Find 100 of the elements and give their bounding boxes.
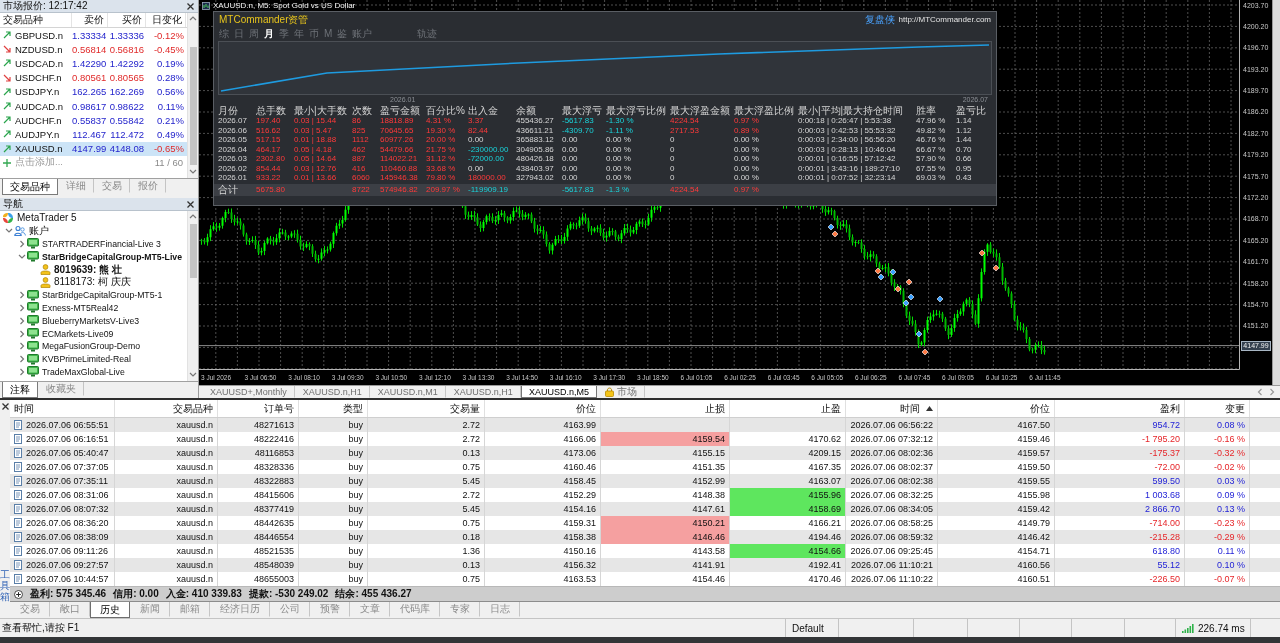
panel-tab[interactable]: 注释 (2, 382, 38, 398)
panel-title: 市场报价: 12:17:42 (3, 0, 88, 12)
chevron-right-icon[interactable] (1268, 388, 1276, 396)
chevron-down-icon[interactable] (189, 168, 197, 176)
symbol-name: USDCAD.n (15, 57, 64, 69)
column-header: 总手数 (256, 104, 287, 116)
column-header[interactable]: 时间 (10, 400, 115, 417)
table-cell-text: 0.00 (562, 173, 579, 183)
chevron-right-icon[interactable] (17, 291, 26, 300)
daily-change: -0.65% (152, 143, 185, 155)
document-icon (14, 448, 22, 458)
table-cell: 4159.54 (601, 432, 730, 446)
history-row[interactable]: 2026.07.06 08:38:09 xauusd.n 48446554 buy 0.18 4158.38 4146.46 4194.46 2026.07.06 08:59:32 4146.42 -215.28 -0.29 % (10, 530, 1280, 544)
table-cell-text: 887 (352, 154, 367, 164)
column-header[interactable]: 止盈 (730, 400, 846, 417)
scrollbar[interactable] (187, 211, 198, 381)
tree-item[interactable]: StarBridgeCapitalGroup-MT5-1 (42, 289, 163, 302)
table-cell: 4150.21 (601, 516, 730, 530)
monitor-icon (27, 366, 39, 378)
tree-item[interactable]: 8019639: 熊 壮 (54, 263, 122, 276)
close-icon[interactable] (1, 403, 9, 410)
column-header[interactable]: 时间 (846, 400, 938, 417)
column-header[interactable]: 价位 (485, 400, 601, 417)
table-cell-text: 516.62 (256, 125, 282, 135)
plus-icon[interactable] (3, 158, 11, 167)
table-cell-text: 2026.07 (218, 116, 248, 126)
scrollbar[interactable] (187, 13, 198, 178)
chevron-right-icon[interactable] (17, 240, 26, 248)
history-row[interactable]: 2026.07.06 05:40:47 xauusd.n 48116853 buy 0.13 4173.06 4155.15 4209.15 2026.07.06 08:02:36 4159.57 -175.37 -0.32 % (10, 446, 1280, 460)
plus-circle-icon[interactable] (14, 589, 23, 599)
column-header[interactable]: 买价 (108, 13, 146, 27)
column-header: 余额 (516, 104, 537, 116)
chevron-right-icon[interactable] (17, 342, 26, 351)
chevron-up-icon[interactable] (189, 213, 197, 221)
history-row[interactable]: 2026.07.06 06:55:51 xauusd.n 48271613 buy 2.72 4163.99 2026.07.06 06:56:22 4167.50 954.72 0.08 % (10, 418, 1280, 432)
tree-item[interactable]: MegaFusionGroup-Demo (42, 340, 141, 353)
tree-item[interactable]: BlueberryMarketsV-Live3 (42, 314, 140, 327)
tree-item[interactable]: 8118173: 柯 庆庆 (54, 276, 131, 289)
column-header[interactable]: 卖价 (72, 13, 108, 27)
history-row[interactable]: 2026.07.06 07:35:11 xauusd.n 48322883 buy 5.45 4158.45 4152.99 4163.07 2026.07.06 08:02:38 4159.55 599.50 0.03 % (10, 474, 1280, 488)
table-cell-text: 0.00 % (606, 135, 632, 145)
column-header[interactable]: 交易品种 (115, 400, 218, 417)
website-link[interactable]: http://MTCommander.com (898, 15, 991, 24)
scrollbar-thumb[interactable] (189, 47, 197, 165)
chevron-right-icon[interactable] (17, 316, 26, 325)
table-cell-text: 4224.54 (670, 116, 700, 126)
close-icon[interactable] (187, 200, 194, 208)
table-cell-text: 0.43 (956, 173, 973, 183)
tree-item[interactable]: ECMarkets-Live09 (42, 327, 114, 340)
chevron-right-icon[interactable] (17, 303, 26, 312)
tree-item[interactable]: STARTRADERFinancial-Live 3 (42, 238, 161, 250)
table-cell-text: 3.37 (468, 116, 485, 126)
column-header[interactable]: 价位 (938, 400, 1055, 417)
chart-tab[interactable]: XAUUSD.n,M5 (520, 386, 597, 398)
table-cell-text: 60977.26 (380, 135, 415, 145)
period-tab[interactable]: 月 (264, 28, 274, 40)
close-icon[interactable] (187, 2, 194, 10)
table-cell-text: 46.76 % (916, 135, 947, 145)
column-header[interactable]: 交易量 (368, 400, 485, 417)
column-header[interactable]: 止损 (601, 400, 730, 417)
table-cell: 2026.07.06 09:27:57 (26, 560, 109, 570)
tree-item[interactable]: Exness-MT5Real42 (42, 301, 119, 314)
column-header[interactable]: 交易品种 (0, 13, 72, 27)
table-cell-text: 0.00 % (734, 135, 760, 145)
chevron-down-icon[interactable] (189, 371, 197, 379)
summary-value: 信用: 0.00 (113, 587, 159, 601)
sort-up-icon (926, 406, 933, 411)
tree-item[interactable]: TradeMaxGlobal-Live (42, 365, 125, 378)
status-text: Default (792, 622, 824, 634)
trade-marker-icon (894, 285, 902, 293)
table-cell-text: 0.03 | 5.47 (294, 125, 333, 135)
column-header[interactable]: 日变化 (146, 13, 186, 27)
column-header[interactable]: 类型 (299, 400, 368, 417)
tree-item[interactable]: 账户 (29, 225, 49, 238)
column-header[interactable]: 订单号 (218, 400, 299, 417)
chevron-left-icon[interactable] (1256, 388, 1264, 396)
table-cell-text: 2026.03 (218, 154, 248, 164)
chevron-down-icon[interactable] (17, 252, 26, 261)
chevron-up-icon[interactable] (189, 15, 197, 23)
column-header[interactable]: 盈利 (1055, 400, 1185, 417)
toolbox-tab[interactable]: 历史 (90, 602, 130, 618)
table-cell-text: 79.80 % (426, 173, 457, 183)
table-cell-text: 18818.89 (380, 116, 415, 126)
monitor-icon (27, 353, 39, 365)
column-header: 次数 (352, 104, 373, 116)
tree-item[interactable]: StarBridgeCapitalGroup-MT5-Live (42, 250, 182, 263)
tree-item[interactable]: MetaTrader 5 (17, 212, 77, 225)
chevron-right-icon[interactable] (17, 329, 26, 338)
panel-tab[interactable]: 交易品种 (2, 179, 58, 195)
table-cell-text: 0.97 % (734, 116, 760, 126)
history-row[interactable]: 2026.07.06 09:27:57 xauusd.n 48548039 buy 0.13 4156.32 4141.91 4192.41 2026.07.06 11:10:21 4160.56 55.12 0.10 % (10, 558, 1280, 572)
chevron-right-icon[interactable] (17, 367, 26, 376)
scrollbar-thumb[interactable] (189, 224, 197, 278)
tree-item[interactable]: KVBPrimeLimited-Real (42, 353, 131, 366)
history-row[interactable]: 2026.07.06 08:07:32 xauusd.n 48377419 buy 5.45 4154.16 4147.61 4158.69 2026.07.06 08:34:05 4159.42 2 866.70 0.13 % (10, 502, 1280, 516)
chevron-right-icon[interactable] (17, 355, 26, 364)
column-header[interactable]: 变更 (1185, 400, 1250, 417)
table-cell-text: 365883.12 (516, 135, 555, 145)
symbol-name: AUDCAD.n (15, 100, 64, 112)
table-cell: 4154.66 (730, 544, 846, 558)
